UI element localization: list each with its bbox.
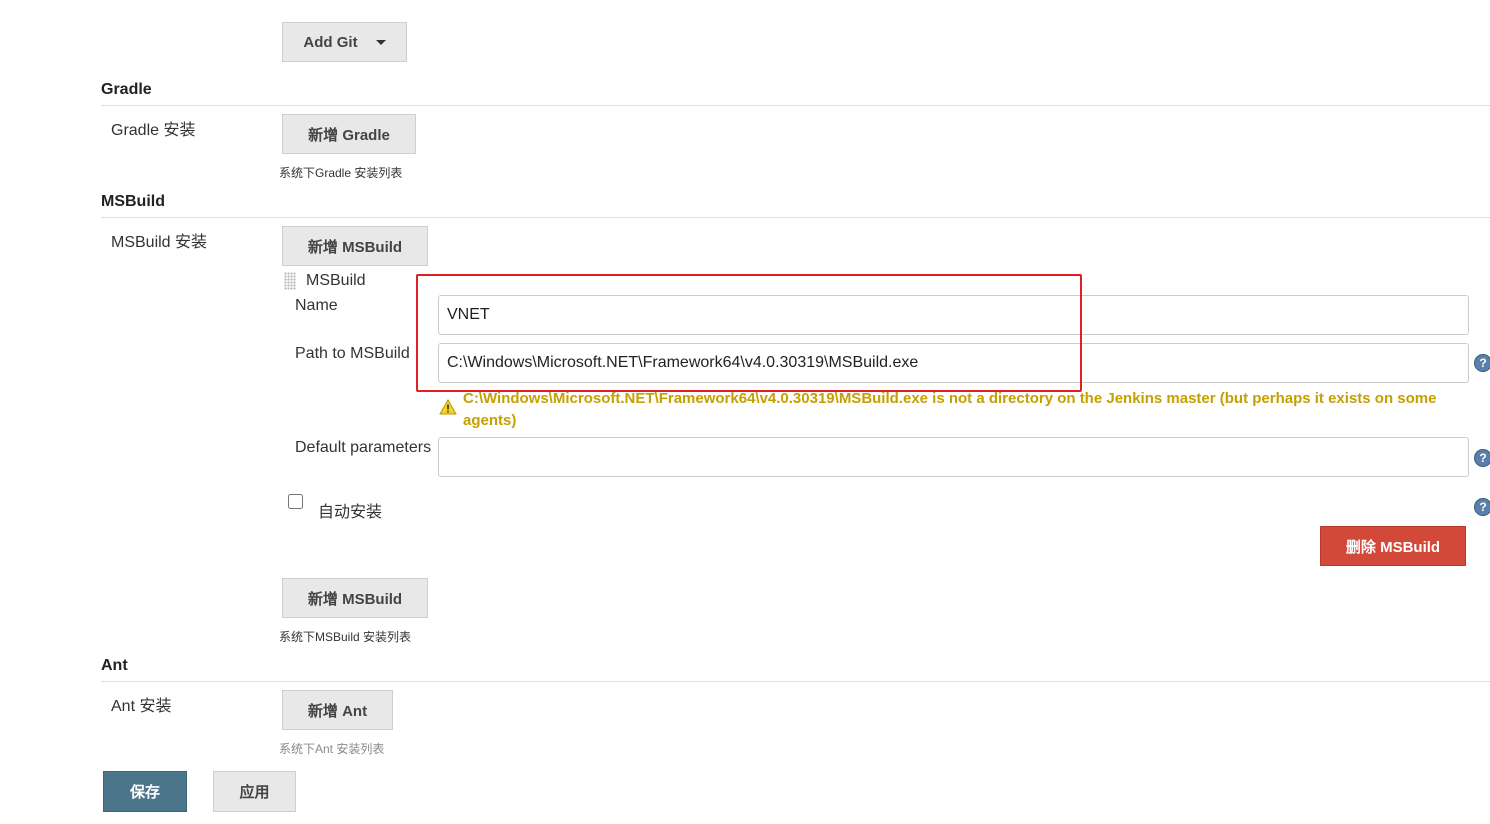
auto-install-label: 自动安装 <box>318 504 383 521</box>
apply-button[interactable]: 应用 <box>213 771 296 812</box>
add-gradle-button[interactable]: 新增 Gradle <box>282 114 416 154</box>
msbuild-install-label: MSBuild 安装 <box>111 234 208 251</box>
drag-handle-icon[interactable] <box>284 272 296 290</box>
default-params-label: Default parameters <box>295 439 432 456</box>
delete-msbuild-button[interactable]: 删除 MSBuild <box>1320 526 1466 566</box>
path-help-icon[interactable]: ? <box>1474 354 1490 372</box>
ant-section-title: Ant <box>101 657 128 674</box>
auto-install-help-icon[interactable]: ? <box>1474 498 1490 516</box>
msbuild-hint: 系统下MSBuild 安装列表 <box>279 630 412 644</box>
default-params-input[interactable] <box>438 437 1469 477</box>
chevron-down-icon <box>375 39 386 45</box>
gradle-section-title: Gradle <box>101 81 152 98</box>
add-ant-button[interactable]: 新增 Ant <box>282 690 393 730</box>
msbuild-section-title: MSBuild <box>101 193 165 210</box>
highlight-box <box>416 274 1082 392</box>
msbuild-item-title: MSBuild <box>306 272 366 289</box>
add-msbuild-button-bottom[interactable]: 新增 MSBuild <box>282 578 428 618</box>
msbuild-divider <box>101 217 1490 218</box>
path-warning-text: C:\Windows\Microsoft.NET\Framework64\v4.… <box>463 390 1437 429</box>
add-msbuild-button-top[interactable]: 新增 MSBuild <box>282 226 428 266</box>
gradle-install-label: Gradle 安装 <box>111 122 196 139</box>
save-button[interactable]: 保存 <box>103 771 187 812</box>
default-params-help-icon[interactable]: ? <box>1474 449 1490 467</box>
path-label: Path to MSBuild <box>295 345 410 362</box>
ant-divider <box>101 681 1490 682</box>
ant-hint: 系统下Ant 安装列表 <box>279 742 385 756</box>
gradle-divider <box>101 105 1490 106</box>
auto-install-checkbox[interactable] <box>288 494 303 509</box>
add-git-button[interactable]: Add Git <box>282 22 407 62</box>
name-label: Name <box>295 297 338 314</box>
add-git-label: Add Git <box>303 33 358 51</box>
ant-install-label: Ant 安装 <box>111 698 172 715</box>
warning-icon <box>439 398 457 415</box>
gradle-hint: 系统下Gradle 安装列表 <box>279 166 403 180</box>
